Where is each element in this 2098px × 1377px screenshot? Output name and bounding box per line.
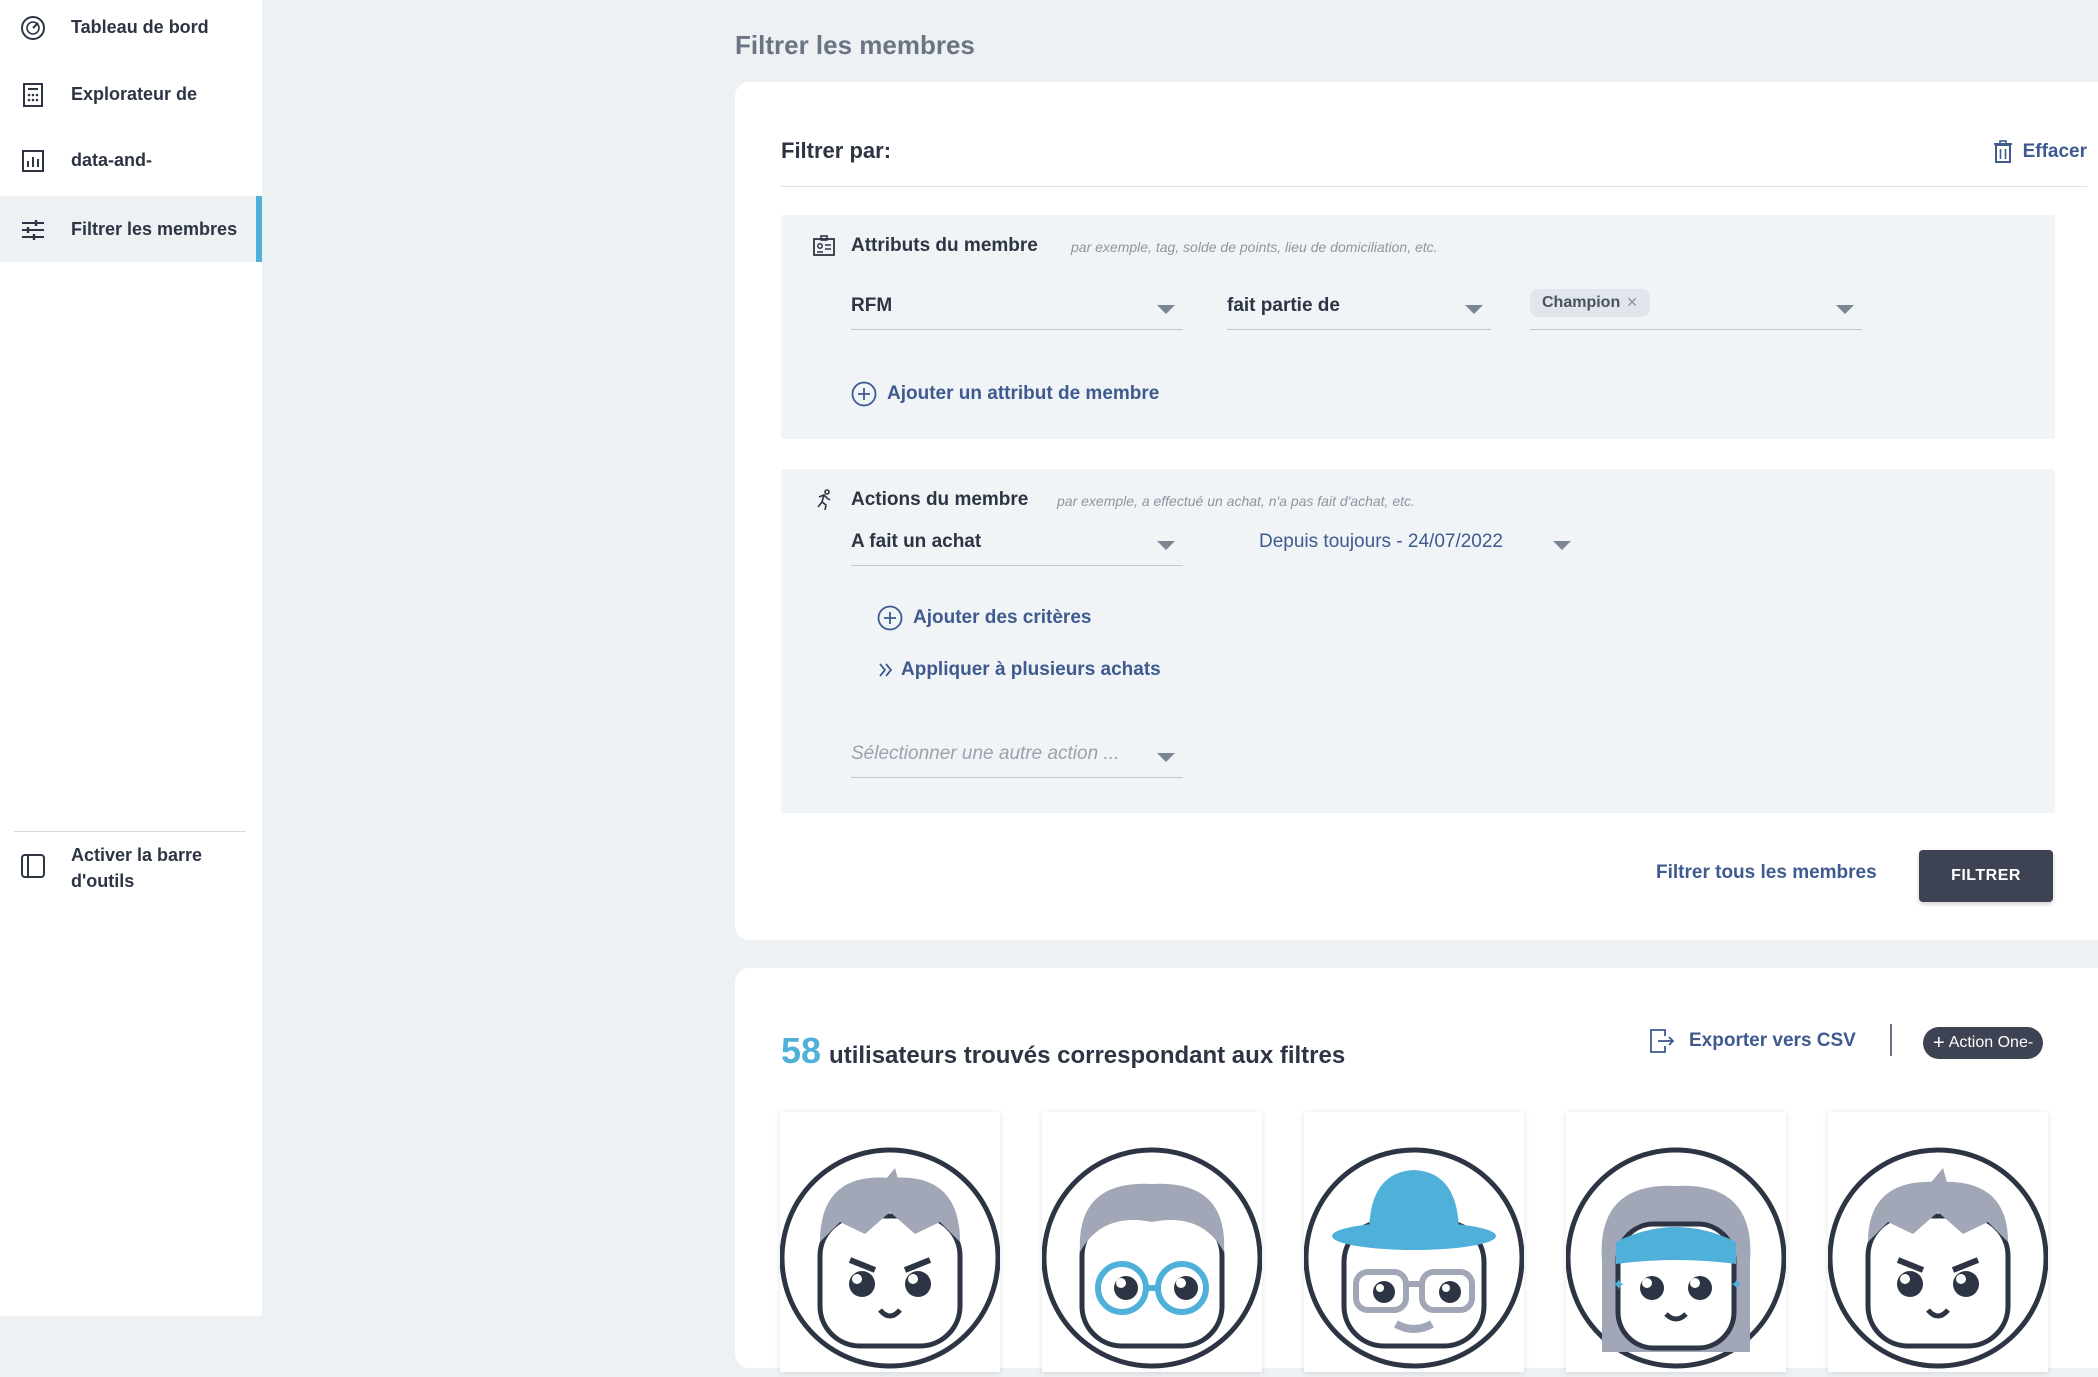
attribute-field-select[interactable]: RFM [851, 285, 1183, 330]
double-chevron-right-icon [879, 663, 893, 677]
chip-label: Champion [1542, 294, 1621, 311]
avatar-spiky-hair-icon [1827, 1147, 2049, 1369]
chevron-down-icon [1836, 305, 1854, 314]
select-value: Depuis toujours - 24/07/2022 [1259, 531, 1503, 552]
results-count: 58 [781, 1030, 822, 1071]
add-action-button[interactable]: + Action One- [1923, 1027, 2044, 1059]
other-action-select[interactable]: Sélectionner une autre action ... [851, 733, 1183, 778]
divider [781, 186, 2087, 187]
export-icon [1650, 1029, 1675, 1053]
plus-circle-icon [877, 605, 903, 631]
sidebar-item-label: Tableau de bord [71, 16, 209, 37]
sidebar-item-explorer[interactable]: Explorateur de [0, 61, 262, 127]
sidebar-divider [14, 831, 246, 832]
export-csv-label: Exporter vers CSV [1689, 1030, 1856, 1051]
add-attribute-label: Ajouter un attribut de membre [887, 383, 1160, 404]
running-person-icon [817, 489, 831, 511]
filter-card: Filtrer par: Effacer Attributs du membre… [735, 82, 2098, 940]
sidebar-item-filter-members[interactable]: Filtrer les membres [0, 196, 262, 262]
results-card: 58 utilisateurs trouvés correspondant au… [735, 968, 2098, 1372]
avatar-spiky-hair-icon [779, 1147, 1001, 1369]
sidebar-item-label: Filtrer les membres [71, 218, 238, 239]
select-value: fait partie de [1227, 295, 1340, 316]
member-card[interactable] [779, 1112, 1001, 1372]
toggle-toolbar-button[interactable]: Activer la barre d'outils [0, 840, 262, 900]
member-card[interactable] [1041, 1112, 1263, 1372]
bar-chart-icon [22, 150, 44, 172]
toggle-toolbar-label: Activer la barre d'outils [71, 845, 203, 891]
add-criteria-button[interactable]: Ajouter des critères [877, 605, 1091, 631]
section-title: Actions du membre [851, 489, 1029, 510]
filter-all-members-link[interactable]: Filtrer tous les membres [1656, 862, 1877, 884]
plus-circle-icon [851, 381, 877, 407]
section-title: Attributs du membre [851, 235, 1038, 256]
chevron-down-icon [1553, 541, 1571, 550]
member-card[interactable] [1827, 1112, 2049, 1372]
sidebar-item-data[interactable]: data-and- [0, 127, 262, 193]
select-value: A fait un achat [851, 531, 982, 552]
svg-text:✦: ✦ [1612, 1275, 1625, 1294]
avatar-blue-hat-icon [1303, 1147, 1525, 1369]
avatar-glasses-icon [1041, 1147, 1263, 1369]
sidebar-item-label: Explorateur de [71, 83, 198, 104]
attribute-operator-select[interactable]: fait partie de [1227, 285, 1491, 330]
member-card[interactable]: ✦ ✦ [1565, 1112, 1787, 1372]
sidebar-panel-icon [21, 854, 45, 878]
divider [1890, 1024, 1892, 1056]
sidebar-item-dashboard[interactable]: Tableau de bord [0, 0, 262, 60]
sidebar-item-label: data-and- [71, 149, 152, 170]
apply-multiple-purchases-button[interactable]: Appliquer à plusieurs achats [877, 659, 1161, 681]
action-type-select[interactable]: A fait un achat [851, 521, 1183, 566]
attribute-value-select[interactable]: Champion ✕ [1530, 285, 1862, 330]
remove-chip-icon[interactable]: ✕ [1626, 294, 1638, 310]
chevron-down-icon [1157, 753, 1175, 762]
select-value: RFM [851, 295, 893, 316]
sliders-icon [22, 220, 44, 240]
results-count-text: utilisateurs trouvés correspondant aux f… [829, 1042, 1346, 1069]
add-attribute-button[interactable]: Ajouter un attribut de membre [851, 381, 1159, 407]
section-hint: par exemple, tag, solde de points, lieu … [1071, 239, 1438, 255]
chevron-down-icon [1465, 305, 1483, 314]
date-range-select[interactable]: Depuis toujours - 24/07/2022 [1259, 521, 1579, 565]
results-summary: 58 utilisateurs trouvés correspondant au… [781, 1030, 1345, 1072]
value-chip[interactable]: Champion ✕ [1530, 289, 1650, 317]
trash-icon [1993, 140, 2012, 163]
member-actions-section: Actions du membre par exemple, a effectu… [781, 469, 2055, 813]
action-button-label: Action One- [1948, 1034, 2034, 1051]
clear-button[interactable]: Effacer [1993, 140, 2087, 164]
page-title: Filtrer les membres [735, 30, 975, 60]
add-criteria-label: Ajouter des critères [913, 607, 1092, 628]
chevron-down-icon [1157, 305, 1175, 314]
filter-button[interactable]: FILTRER [1919, 850, 2053, 902]
select-placeholder: Sélectionner une autre action ... [851, 743, 1120, 764]
sidebar: Tableau de bord Explorateur de data-and-… [0, 0, 262, 1316]
filter-heading: Filtrer par: [781, 138, 892, 163]
section-hint: par exemple, a effectué un achat, n'a pa… [1057, 493, 1415, 509]
chevron-down-icon [1157, 541, 1175, 550]
member-card[interactable] [1303, 1112, 1525, 1372]
svg-text:✦: ✦ [1730, 1275, 1743, 1294]
apply-multiple-label: Appliquer à plusieurs achats [901, 659, 1161, 680]
plus-icon: + [1933, 1032, 1945, 1054]
member-attributes-section: Attributs du membre par exemple, tag, so… [781, 215, 2055, 439]
avatar-blue-mask-icon: ✦ ✦ [1565, 1147, 1787, 1369]
export-csv-button[interactable]: Exporter vers CSV [1649, 1028, 1856, 1054]
clear-label: Effacer [2022, 141, 2087, 162]
dashboard-gauge-icon [21, 16, 45, 40]
id-card-icon [813, 235, 835, 256]
calculator-icon [23, 83, 43, 107]
